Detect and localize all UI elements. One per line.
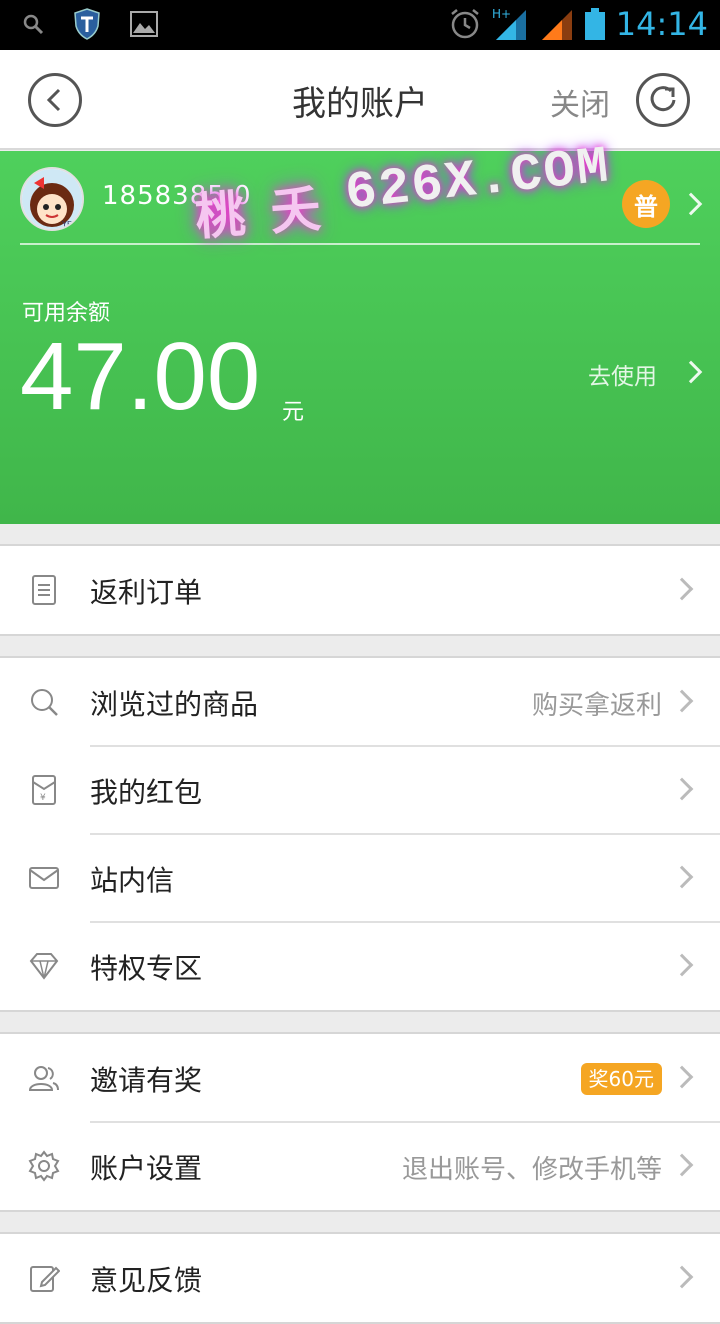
menu-row-invite[interactable]: 邀请有奖 奖60元	[0, 1034, 720, 1122]
svg-text:¥: ¥	[40, 793, 46, 803]
image-icon	[130, 11, 158, 37]
chevron-right-icon[interactable]	[679, 192, 703, 216]
signal-icon	[541, 10, 572, 40]
menu-group-account: 邀请有奖 奖60元 账户设置 退出账号、修改手机等	[0, 1032, 720, 1212]
title-bar: 我的账户 关闭	[0, 50, 720, 150]
refresh-icon	[650, 86, 676, 112]
gear-icon	[28, 1150, 60, 1182]
menu-label: 返利订单	[90, 576, 203, 609]
chevron-right-icon[interactable]	[679, 360, 703, 384]
search-icon	[23, 14, 44, 35]
avatar[interactable]: YEAH	[20, 167, 84, 231]
menu-label: 邀请有奖	[90, 1064, 203, 1097]
mail-icon	[29, 867, 59, 889]
search-icon	[31, 689, 58, 716]
chevron-right-icon	[670, 1265, 694, 1289]
status-time: 14:14	[615, 5, 708, 43]
svg-text:H+: H+	[492, 7, 511, 21]
menu-row-browsed-items[interactable]: 浏览过的商品 购买拿返利	[0, 658, 720, 746]
menu-label: 账户设置	[90, 1152, 203, 1185]
signal-icon: H+	[492, 7, 526, 40]
red-packet-icon: ¥	[32, 775, 56, 805]
refresh-button[interactable]	[636, 73, 690, 127]
chevron-right-icon	[670, 689, 694, 713]
chevron-right-icon	[670, 1153, 694, 1177]
menu-group-main: 浏览过的商品 购买拿返利 ¥ 我的红包 站内信 特权专区	[0, 656, 720, 1012]
menu-row-red-packets[interactable]: ¥ 我的红包	[0, 745, 720, 834]
users-icon	[28, 1066, 59, 1091]
divider	[20, 243, 700, 245]
balance-unit: 元	[282, 400, 305, 425]
status-bar: H+ 14:14	[0, 0, 720, 50]
account-phone: 1858385 0	[102, 181, 252, 211]
menu-group-feedback: 意见反馈	[0, 1232, 720, 1324]
menu-row-messages[interactable]: 站内信	[0, 833, 720, 922]
chevron-right-icon	[670, 953, 694, 977]
diamond-icon	[29, 953, 59, 980]
battery-icon	[584, 8, 605, 40]
avatar-image: YEAH	[22, 169, 83, 229]
level-badge: 普	[622, 180, 670, 228]
menu-group-orders: 返利订单	[0, 544, 720, 636]
menu-label: 浏览过的商品	[90, 688, 259, 721]
menu-label: 我的红包	[90, 776, 203, 809]
svg-text:YEAH: YEAH	[61, 220, 83, 229]
menu-label: 站内信	[90, 864, 175, 897]
menu-row-settings[interactable]: 账户设置 退出账号、修改手机等	[0, 1121, 720, 1210]
chevron-right-icon	[670, 577, 694, 601]
reward-badge: 奖60元	[580, 1063, 662, 1095]
use-balance-link[interactable]: 去使用	[588, 357, 657, 391]
chevron-right-icon	[670, 1065, 694, 1089]
menu-row-feedback[interactable]: 意见反馈	[0, 1234, 720, 1322]
document-icon	[32, 575, 56, 605]
chevron-right-icon	[670, 865, 694, 889]
menu-row-rebate-orders[interactable]: 返利订单	[0, 546, 720, 634]
chevron-right-icon	[670, 777, 694, 801]
page-title: 我的账户	[292, 84, 428, 124]
menu-row-privileges[interactable]: 特权专区	[0, 921, 720, 1010]
edit-icon	[30, 1266, 60, 1292]
menu-label: 意见反馈	[90, 1264, 203, 1297]
alarm-icon	[451, 9, 479, 39]
close-button[interactable]: 关闭	[550, 80, 610, 124]
account-panel: YEAH 1858385 0 普 可用余额 47.00 元 去使用	[0, 151, 720, 524]
menu-hint: 退出账号、修改手机等	[401, 1155, 662, 1185]
balance-value: 47.00	[20, 323, 261, 430]
menu-hint: 购买拿返利	[531, 691, 662, 721]
menu-label: 特权专区	[90, 952, 203, 985]
shield-icon	[74, 8, 100, 40]
